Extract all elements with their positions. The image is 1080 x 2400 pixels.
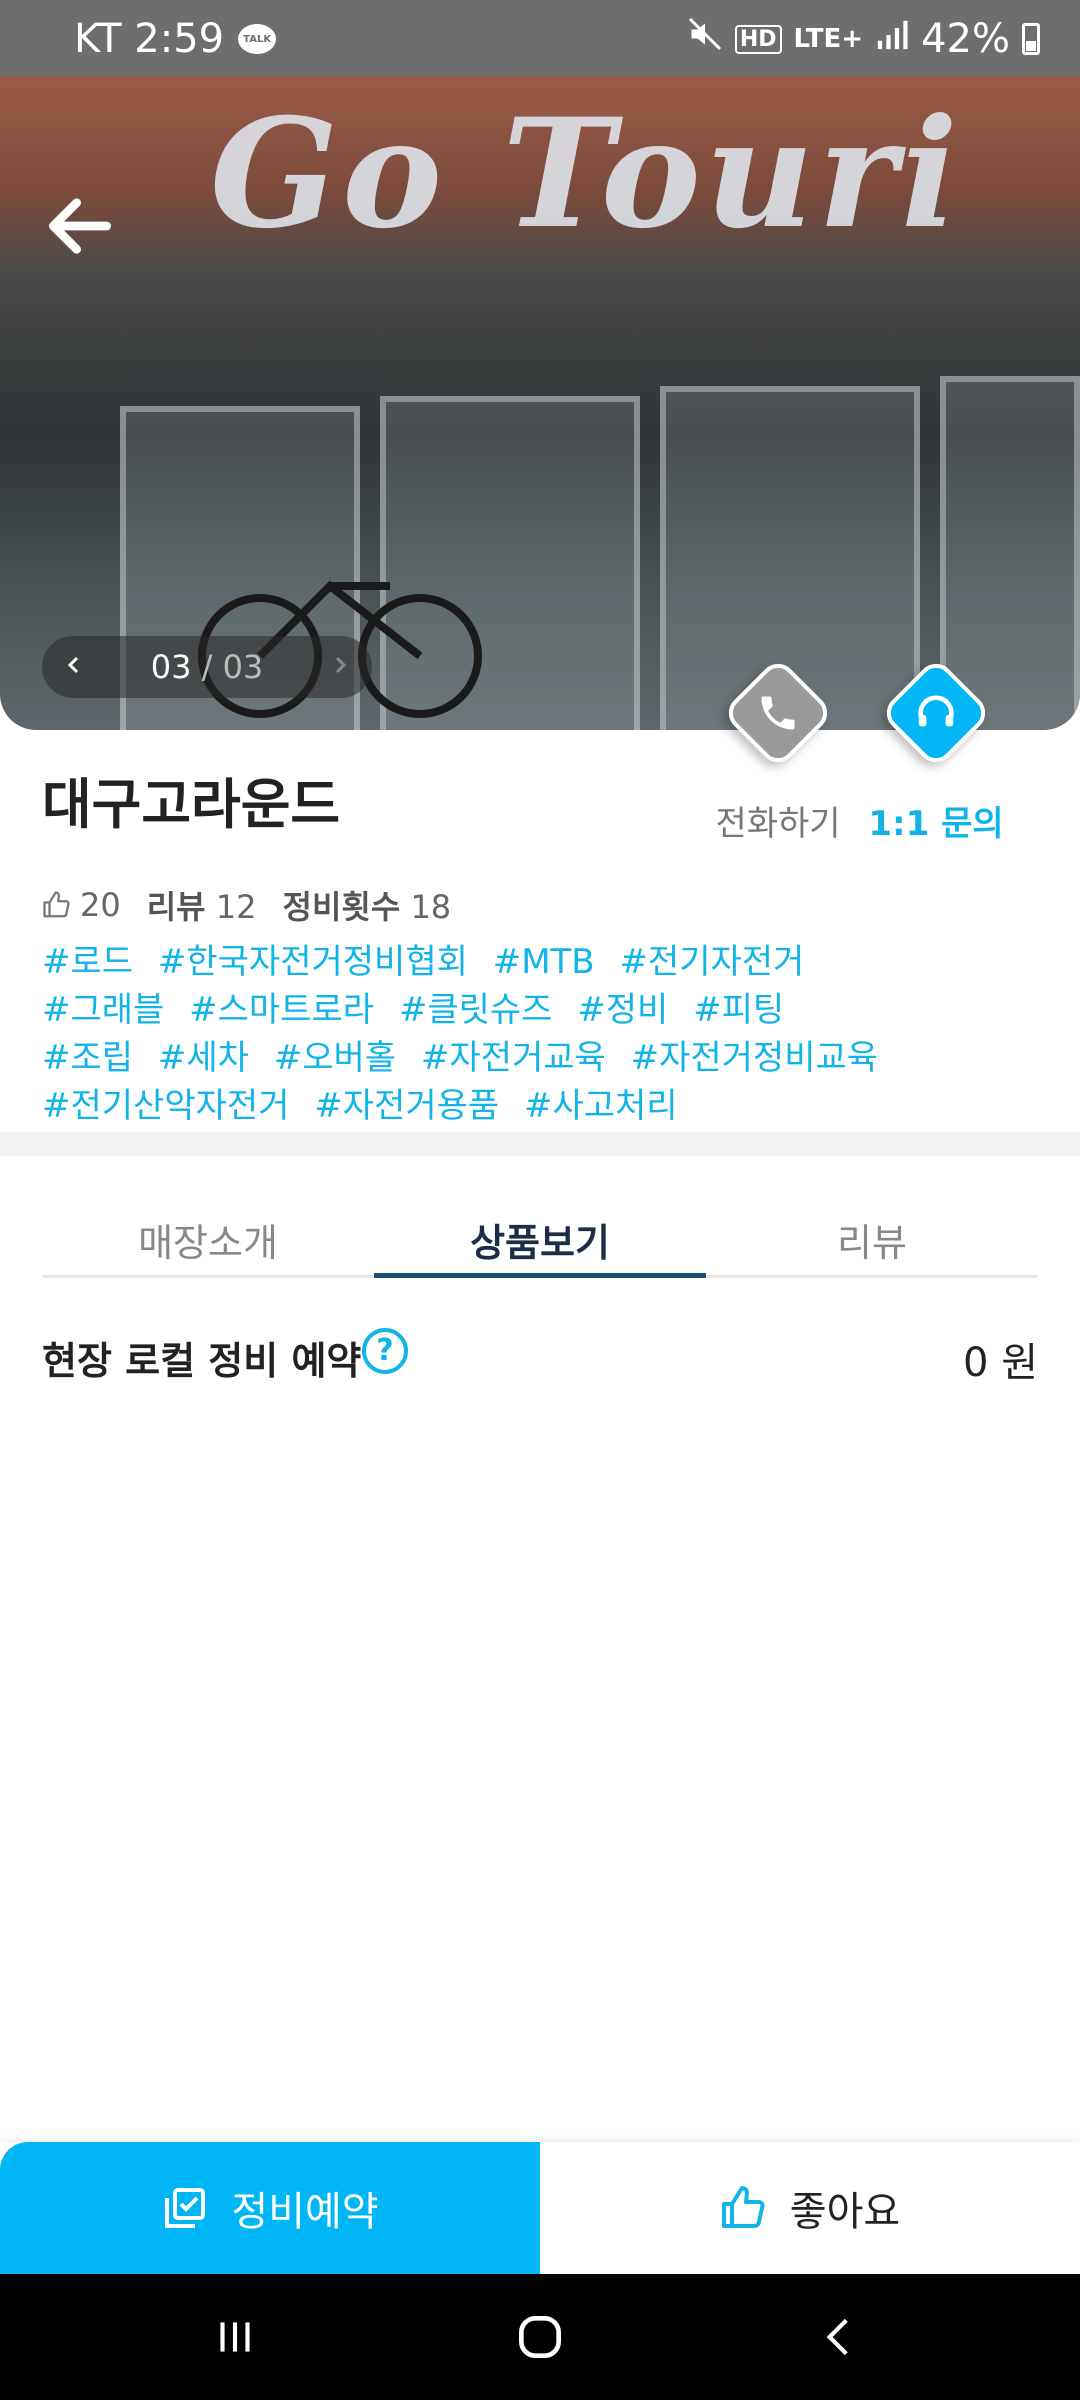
- signal-icon: [875, 16, 909, 62]
- tag[interactable]: #피팅: [693, 990, 784, 1030]
- reserve-button[interactable]: 정비예약: [0, 2142, 540, 2274]
- service-title: 현장 로컬 정비 예약: [42, 1339, 362, 1383]
- service-count: 18: [410, 888, 452, 926]
- thumbs-up-icon: [721, 2186, 765, 2228]
- network-type: LTE+: [793, 24, 864, 54]
- pager-prev-icon[interactable]: [62, 653, 86, 681]
- tag[interactable]: #세차: [158, 1038, 249, 1078]
- tag[interactable]: #전기자전거: [619, 942, 804, 982]
- section-divider: [0, 1132, 1080, 1156]
- tag[interactable]: #정비: [577, 990, 668, 1030]
- store-stats: 20 리뷰 12 정비횟수 18: [42, 882, 451, 928]
- tag[interactable]: #그래블: [42, 990, 164, 1030]
- likes-count: 20: [80, 886, 121, 924]
- inquiry-button[interactable]: [879, 656, 993, 770]
- tag[interactable]: #자전거용품: [314, 1086, 499, 1126]
- thumbs-up-icon: [43, 891, 70, 918]
- image-pager: 03 / 03: [42, 636, 372, 698]
- tag[interactable]: #한국자전거정비협회: [158, 942, 468, 982]
- service-stat: 정비횟수 18: [283, 882, 452, 928]
- tag[interactable]: #오버홀: [274, 1038, 396, 1078]
- recent-apps-button[interactable]: [165, 2274, 305, 2400]
- recent-apps-icon: [220, 2322, 250, 2352]
- pager-total: / 03: [201, 648, 264, 686]
- likes-stat: 20: [42, 886, 121, 924]
- mute-icon: [687, 16, 723, 62]
- tag[interactable]: #조립: [42, 1038, 133, 1078]
- store-name: 대구고라운드: [42, 773, 341, 836]
- tab-products[interactable]: 상품보기: [374, 1200, 706, 1278]
- like-button[interactable]: 좋아요: [540, 2142, 1080, 2274]
- call-button[interactable]: [721, 656, 835, 770]
- tag[interactable]: #사고처리: [524, 1086, 678, 1126]
- tag[interactable]: #클릿슈즈: [399, 990, 553, 1030]
- help-icon[interactable]: ?: [362, 1328, 408, 1374]
- tab-bar: 매장소개 상품보기 리뷰: [42, 1200, 1038, 1278]
- like-label: 좋아요: [789, 2189, 901, 2235]
- status-left: KT 2:59 TALK: [74, 16, 277, 62]
- service-item[interactable]: 현장 로컬 정비 예약 ? 0 원: [42, 1328, 1038, 1390]
- tag[interactable]: #전기산악자전거: [42, 1086, 289, 1126]
- status-right: HD LTE+ 42%: [687, 16, 1040, 62]
- home-button[interactable]: [470, 2274, 610, 2400]
- bottom-action-bar: 정비예약 좋아요: [0, 2142, 1080, 2274]
- back-nav-button[interactable]: [770, 2274, 910, 2400]
- pager-next-icon[interactable]: [328, 653, 352, 681]
- service-count-label: 정비횟수: [282, 888, 401, 926]
- store-tags: #로드 #한국자전거정비협회 #MTB #전기자전거 #그래블 #스마트로라 #…: [42, 938, 1042, 1130]
- tag[interactable]: #MTB: [493, 942, 595, 982]
- store-photo[interactable]: Go Touri: [0, 76, 1080, 730]
- battery-icon: [1022, 23, 1040, 55]
- status-bar: KT 2:59 TALK HD LTE+ 42%: [0, 0, 1080, 76]
- system-nav-bar: [0, 2274, 1080, 2400]
- hero-sign-text: Go Touri: [210, 86, 962, 262]
- tag[interactable]: #자전거교육: [421, 1038, 606, 1078]
- arrow-left-icon: [49, 198, 111, 254]
- pager-current: 03: [150, 648, 192, 686]
- inquiry-label[interactable]: 1:1 문의: [836, 796, 1036, 845]
- battery-percent: 42%: [921, 16, 1010, 62]
- review-label: 리뷰: [146, 888, 206, 926]
- chevron-left-icon: [826, 2318, 848, 2356]
- service-price: 0 원: [963, 1340, 1038, 1386]
- carrier-time: KT 2:59: [74, 16, 225, 62]
- tab-reviews[interactable]: 리뷰: [706, 1200, 1038, 1275]
- tab-store-intro[interactable]: 매장소개: [42, 1200, 374, 1275]
- phone-icon: [723, 658, 833, 768]
- back-button[interactable]: [40, 186, 120, 266]
- tag[interactable]: #자전거정비교육: [631, 1038, 878, 1078]
- pager-count: 03 / 03: [151, 648, 264, 686]
- review-stat: 리뷰 12: [147, 882, 257, 928]
- hd-icon: HD: [734, 24, 782, 54]
- reserve-icon: [165, 2188, 206, 2228]
- review-count: 12: [215, 888, 257, 926]
- headset-icon: [881, 658, 991, 768]
- home-icon: [519, 2316, 561, 2358]
- tag[interactable]: #로드: [42, 942, 133, 982]
- tag[interactable]: #스마트로라: [189, 990, 374, 1030]
- reserve-label: 정비예약: [231, 2189, 379, 2235]
- kakaotalk-icon: TALK: [238, 24, 277, 54]
